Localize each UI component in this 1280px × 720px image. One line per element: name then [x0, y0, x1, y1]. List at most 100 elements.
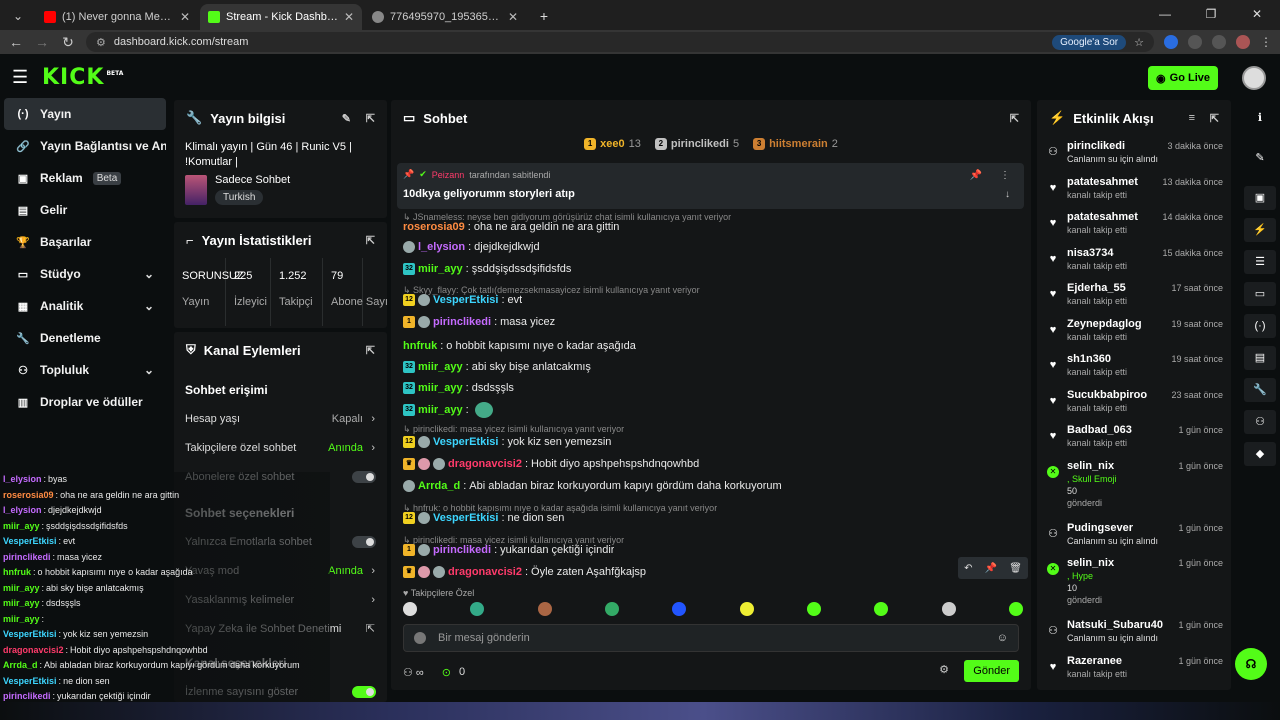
expand-icon[interactable]: ↓ — [1005, 189, 1010, 200]
chat-message[interactable]: 12 VesperEtkisi: ne dion sen — [403, 511, 564, 525]
emote-icon[interactable] — [537, 602, 552, 616]
popout-icon[interactable]: ⇱ — [1210, 112, 1219, 125]
chat-username[interactable]: roserosia09 — [403, 220, 465, 234]
sidebar-item-0[interactable]: (·) Yayın — [4, 98, 166, 130]
edit-icon[interactable]: ✎ — [1244, 146, 1276, 170]
browser-tab-image[interactable]: 776495970_19536510419804933 ✕ — [364, 4, 526, 30]
sidebar-item-9[interactable]: ▥ Droplar ve ödüller — [4, 386, 166, 418]
profile-icon[interactable] — [1236, 35, 1250, 49]
chat-username[interactable]: VesperEtkisi — [433, 511, 498, 525]
close-icon[interactable]: ✕ — [180, 10, 190, 24]
more-icon[interactable]: ⋮ — [1000, 170, 1010, 181]
emote-icon[interactable] — [874, 602, 889, 616]
reply-icon[interactable]: ↶ — [964, 563, 972, 574]
chat-username[interactable]: VesperEtkisi — [433, 293, 498, 307]
emote-icon[interactable] — [470, 602, 485, 616]
event-item[interactable]: ♥ Badbad_063 kanalı takip etti 1 gün önce — [1037, 420, 1231, 456]
emote-icon[interactable] — [403, 602, 417, 616]
event-item[interactable]: ♥ patatesahmet kanalı takip etti 14 dakika … — [1037, 207, 1231, 243]
google-lens-button[interactable]: Google'a Sor — [1052, 34, 1127, 50]
sidebar-item-5[interactable]: ▭ Stüdyo ⌄ — [4, 258, 166, 290]
chat-message[interactable]: l_elysion: djejdkejdkwjd — [403, 240, 540, 254]
browser-menu-icon[interactable]: ⋮ — [1260, 35, 1272, 49]
chat-username[interactable]: dragonavcisi2 — [448, 565, 522, 579]
emote-icon[interactable] — [672, 602, 687, 616]
event-item[interactable]: ⚇ Natsuki_Subaru40 Canlanım su için alındı… — [1037, 615, 1231, 651]
reading-list-icon[interactable] — [1212, 35, 1226, 49]
info-icon[interactable]: ℹ — [1244, 106, 1276, 130]
setting-row[interactable]: Hesap yaşı Kapalı › — [174, 404, 387, 433]
chat-message[interactable]: ♛ dragonavcisi2: Öyle zaten Aşahfğkajsp — [403, 565, 646, 579]
gifter-1[interactable]: 2 pirinclikedi 5 — [654, 138, 739, 150]
reload-icon[interactable]: ↻ — [60, 34, 76, 51]
toggle-switch[interactable] — [352, 685, 376, 698]
menu-icon[interactable]: ☰ — [12, 67, 32, 88]
pinned-by-user[interactable]: Peizann — [432, 170, 465, 180]
chat-username[interactable]: pirinclikedi — [433, 315, 491, 329]
unpin-icon[interactable]: 📌 — [970, 170, 982, 181]
new-tab-button[interactable]: + — [532, 4, 556, 28]
edit-icon[interactable]: ✎ — [342, 112, 351, 125]
emote-icon[interactable] — [1008, 602, 1023, 616]
chat-username[interactable]: miir_ayy — [418, 381, 463, 395]
minimize-icon[interactable]: — — [1142, 0, 1188, 30]
diamond-icon[interactable]: ◆ — [1244, 442, 1276, 466]
browser-tab-youtube[interactable]: (1) Never gonna Meow you up ✕ — [36, 4, 198, 30]
event-item[interactable]: ♥ sh1n360 kanalı takip etti 19 saat önce — [1037, 349, 1231, 385]
kick-logo[interactable]: KICK BETA — [42, 65, 123, 90]
event-item[interactable]: ✕ selin_nix, Skull Emoji 50 gönderdi 1 gün ö… — [1037, 456, 1231, 518]
chat-message[interactable]: 32 miir_ayy: abi sky bişe anlatcakmış — [403, 360, 591, 374]
chat-message[interactable]: 32 miir_ayy: — [403, 402, 493, 418]
sidebar-item-6[interactable]: ▦ Analitik ⌄ — [4, 290, 166, 322]
site-info-icon[interactable]: ⚙ — [96, 36, 106, 49]
gifter-2[interactable]: 3 hiitsmerain 2 — [753, 138, 838, 150]
sidebar-item-4[interactable]: 🏆 Başarılar — [4, 226, 166, 258]
chat-message[interactable]: 1 pirinclikedi: masa yicez — [403, 315, 555, 329]
chat-username[interactable]: hnfruk — [403, 339, 437, 353]
emote-icon[interactable] — [941, 602, 956, 616]
emote-icon[interactable] — [604, 602, 619, 616]
close-icon[interactable]: ✕ — [344, 10, 354, 24]
back-icon[interactable]: ← — [8, 34, 24, 50]
extensions-puzzle-icon[interactable] — [1188, 35, 1202, 49]
gifter-0[interactable]: 1 xee0 13 — [584, 138, 641, 150]
chat-message[interactable]: Arrda_d: Abi abladan biraz korkuyordum ka… — [403, 479, 782, 493]
chat-username[interactable]: l_elysion — [418, 240, 465, 254]
popout-icon[interactable]: ⇱ — [366, 112, 375, 125]
delete-icon[interactable]: 🗑 — [1009, 563, 1022, 574]
wrench-icon[interactable]: 🔧 — [1244, 378, 1276, 402]
user-avatar[interactable] — [1242, 66, 1266, 90]
chat-username[interactable]: miir_ayy — [418, 360, 463, 374]
event-item[interactable]: ♥ nisa3734 kanalı takip etti 15 dakika önce — [1037, 243, 1231, 279]
chat-icon[interactable]: ▭ — [1244, 282, 1276, 306]
chat-message[interactable]: 32 miir_ayy: şsddşişdssdşifidsfds — [403, 262, 571, 276]
category-name[interactable]: Sadece Sohbet — [215, 174, 290, 186]
forward-icon[interactable]: → — [34, 34, 50, 50]
close-window-icon[interactable]: ✕ — [1234, 0, 1280, 30]
viewers-icon[interactable]: ⚇ ∞ — [403, 666, 424, 679]
browser-tab-kick[interactable]: Stream - Kick Dashboard ✕ — [200, 4, 362, 30]
chat-message[interactable]: roserosia09: oha ne ara geldin ne ara git… — [403, 220, 619, 234]
sidebar-item-8[interactable]: ⚇ Topluluk ⌄ — [4, 354, 166, 386]
chat-message[interactable]: 1 pirinclikedi: yukarıdan çektiği içindir — [403, 543, 614, 557]
address-bar[interactable]: ⚙ dashboard.kick.com/stream Google'a Sor… — [86, 32, 1154, 52]
close-icon[interactable]: ✕ — [508, 10, 518, 24]
chat-input[interactable]: Bir mesaj gönderin ☺ — [403, 624, 1019, 652]
event-item[interactable]: ♥ Sucukbabpiroo kanalı takip etti 23 saat ö… — [1037, 385, 1231, 421]
setting-row[interactable]: Takipçilere özel sohbet Anında › — [174, 433, 387, 462]
chat-username[interactable]: miir_ayy — [418, 262, 463, 276]
go-live-button[interactable]: ◉ Go Live — [1148, 66, 1218, 90]
sidebar-item-1[interactable]: 🔗 Yayın Bağlantısı ve Anahtarı — [4, 130, 166, 162]
emote-icon[interactable] — [739, 602, 754, 616]
event-item[interactable]: ♥ Ejderha_55 kanalı takip etti 17 saat önce — [1037, 278, 1231, 314]
community-icon[interactable]: ⚇ — [1244, 410, 1276, 434]
event-item[interactable]: ♥ patatesahmet kanalı takip etti 13 dakika … — [1037, 172, 1231, 208]
popout-icon[interactable]: ⇱ — [1010, 112, 1019, 125]
sidebar-item-7[interactable]: 🔧 Denetleme — [4, 322, 166, 354]
chat-username[interactable]: dragonavcisi2 — [448, 457, 522, 471]
toggle-switch[interactable] — [352, 470, 376, 483]
sidebar-item-2[interactable]: ▣ Reklam Beta — [4, 162, 166, 194]
broadcast-icon[interactable]: (·) — [1244, 314, 1276, 338]
chat-username[interactable]: Arrda_d — [418, 479, 460, 493]
sidebar-item-3[interactable]: ▤ Gelir — [4, 194, 166, 226]
